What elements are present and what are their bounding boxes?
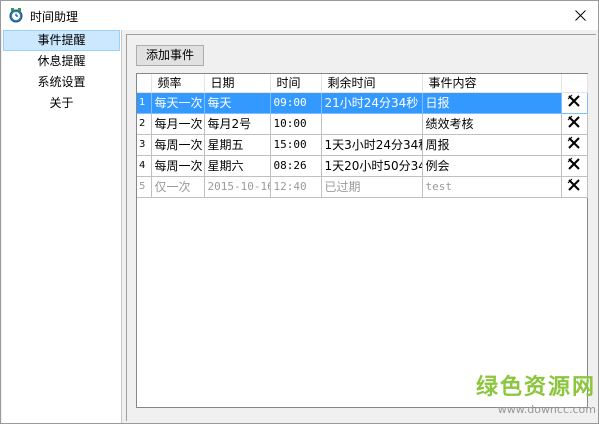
cell-frequency: 每周一次 [151,134,205,156]
delete-button[interactable] [561,113,588,135]
window-title: 时间助理 [30,10,79,24]
close-button[interactable] [567,4,593,26]
delete-button[interactable] [561,176,588,198]
table-row[interactable]: 2 每月一次 每月2号 10:00 绩效考核 [137,113,588,135]
column-header-content[interactable]: 事件内容 [422,74,562,93]
close-icon [574,9,586,21]
table-row[interactable]: 5 仅一次 2015-10-16 12:40 已过期 test [137,176,588,198]
delete-button[interactable] [561,92,588,114]
cell-date: 星期六 [204,155,271,177]
cell-date: 每月2号 [204,113,271,135]
cell-content: 例会 [422,155,562,177]
sidebar-item-settings[interactable]: 系统设置 [2,72,121,93]
cell-time: 10:00 [270,113,322,135]
cell-frequency: 每天一次 [151,92,205,114]
column-header-remaining[interactable]: 剩余时间 [321,74,423,93]
add-event-button[interactable]: 添加事件 [136,45,204,66]
cell-date: 每天 [204,92,271,114]
table-row[interactable]: 4每周一次星期六08:261天20小时50分34秒例会 [137,155,588,177]
title-bar[interactable]: 时间助理 [1,1,598,30]
row-index: 3 [137,134,152,156]
row-index: 2 [137,113,152,135]
sidebar: 事件提醒 休息提醒 系统设置 关于 [2,30,122,423]
delete-x-icon [567,136,580,149]
table-header-row: 频率 日期 时间 剩余时间 事件内容 [137,74,588,93]
cell-frequency: 仅一次 [151,176,205,198]
cell-time: 12:40 [270,176,322,198]
delete-button[interactable] [561,155,588,177]
cell-time: 09:00 [270,92,322,114]
cell-remaining: 1天20小时50分34秒 [321,155,423,177]
cell-remaining: 1天3小时24分34秒 [321,134,423,156]
watermark-url: www.downcc.com [497,403,596,416]
clock-app-icon [8,7,24,23]
delete-x-icon [567,94,580,107]
delete-x-icon [567,157,580,170]
delete-x-icon [567,115,580,128]
sidebar-nav: 事件提醒 休息提醒 系统设置 关于 [2,30,121,114]
cell-frequency: 每月一次 [151,113,205,135]
cell-remaining [321,113,423,135]
sidebar-item-events[interactable]: 事件提醒 [3,30,120,51]
row-index: 4 [137,155,152,177]
cell-content: test [422,176,562,198]
cell-remaining: 21小时24分34秒 [321,92,423,114]
cell-remaining: 已过期 [321,176,423,198]
column-header-delete [561,74,588,93]
event-table[interactable]: 频率 日期 时间 剩余时间 事件内容 1 每天一次 每天 09:00 21小时24分34… [136,73,588,408]
row-index: 1 [137,92,152,114]
cell-date: 2015-10-16 [204,176,271,198]
sidebar-item-rest[interactable]: 休息提醒 [2,51,121,72]
cell-content: 日报 [422,92,562,114]
cell-time: 15:00 [270,134,322,156]
app-window: 时间助理 事件提醒 休息提醒 系统设置 关于 添加事件 频率 日期 时间 剩余时间 [0,0,599,424]
column-header-frequency[interactable]: 频率 [151,74,205,93]
column-header-time[interactable]: 时间 [270,74,322,93]
table-row[interactable]: 3 每周一次 星期五 15:00 1天3小时24分34秒 周报 [137,134,588,156]
watermark-text: 绿色资源网 [475,375,596,400]
cell-content: 绩效考核 [422,113,562,135]
sidebar-item-about[interactable]: 关于 [2,93,121,114]
row-index: 5 [137,176,152,198]
cell-date: 星期五 [204,134,271,156]
delete-x-icon [567,178,580,191]
column-header-date[interactable]: 日期 [204,74,271,93]
cell-frequency: 每周一次 [151,155,205,177]
cell-time: 08:26 [270,155,322,177]
watermark: 绿色资源网 www.downcc.com [456,369,596,416]
column-header-index [137,74,152,93]
delete-button[interactable] [561,134,588,156]
table-row[interactable]: 1 每天一次 每天 09:00 21小时24分34秒 日报 [137,92,588,114]
cell-content: 周报 [422,134,562,156]
